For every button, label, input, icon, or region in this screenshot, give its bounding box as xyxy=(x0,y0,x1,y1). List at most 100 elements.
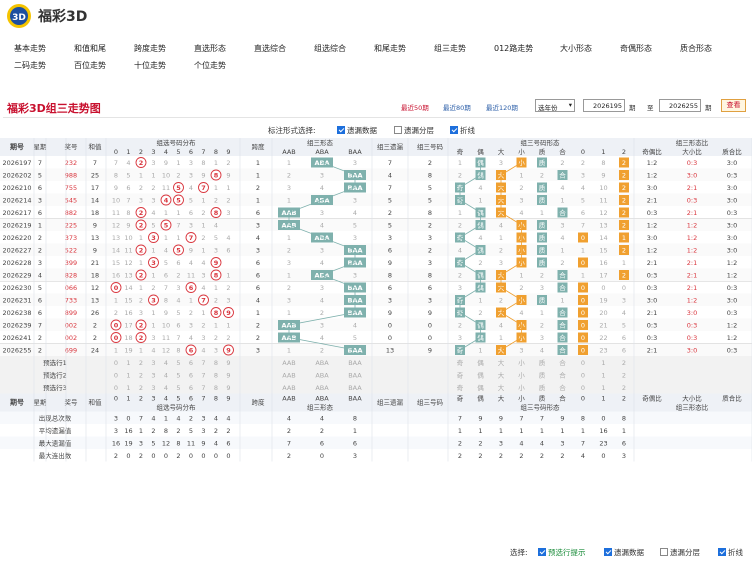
header-number: 奖号 xyxy=(65,142,79,151)
digit-miss: 16 xyxy=(124,309,132,317)
big-small-ratio: 2:1 xyxy=(687,184,697,192)
stats-shape-value: 2 xyxy=(287,452,291,460)
route-miss: 7 xyxy=(581,222,585,230)
option-missing-layer[interactable]: 遗漏分层 xyxy=(394,125,434,136)
period-cell: 2026210 xyxy=(3,184,32,192)
code-shape-miss: 3 xyxy=(560,222,564,230)
stats-shape-value: 3 xyxy=(353,452,357,460)
stats-shape-value: 0 xyxy=(320,452,324,460)
shape-miss: 4 xyxy=(353,322,357,330)
code-shape-miss: 3 xyxy=(519,197,523,205)
code-shape-miss: 1 xyxy=(458,159,462,167)
sum-cell: 18 xyxy=(91,272,99,280)
preselect-shape: ABA xyxy=(315,359,329,367)
header-code-shape-col: 0 xyxy=(581,148,585,156)
big-small-ratio: 2:1 xyxy=(687,209,697,217)
header-span: 跨度 xyxy=(252,142,266,151)
bottom-option-polyline-label: 折线 xyxy=(728,548,743,557)
nav-item[interactable]: 组三走势 xyxy=(434,43,466,54)
preselect-code-shape: 奇 xyxy=(457,358,464,367)
header-miss: 组三遗漏 xyxy=(377,142,404,151)
code-shape-miss: 1 xyxy=(560,197,564,205)
stats-digit-value: 5 xyxy=(189,427,193,435)
digit-miss: 12 xyxy=(112,222,120,230)
stats-digit-value: 9 xyxy=(201,440,205,448)
code-shape-miss: 4 xyxy=(540,347,544,355)
code-shape-miss: 4 xyxy=(560,234,564,242)
weekday-cell: 5 xyxy=(38,284,42,292)
to-issue-input[interactable]: 2026255 xyxy=(659,99,701,112)
nav-item[interactable]: 二码走势 xyxy=(14,60,46,71)
code-shape-miss: 1 xyxy=(499,334,503,342)
stats-digit-value: 3 xyxy=(114,427,118,435)
nav-item[interactable]: 和尾走势 xyxy=(374,43,406,54)
code-shape-hit-label: 合 xyxy=(559,208,566,217)
nav-item[interactable]: 直选形态 xyxy=(194,43,226,54)
preselect-shape: BAA xyxy=(348,384,362,392)
prime-ratio: 3:0 xyxy=(727,297,737,305)
code-shape-hit-label: 质 xyxy=(539,221,546,230)
bottom-option-polyline[interactable]: 折线 xyxy=(718,547,743,558)
preselect-label: 预选行2 xyxy=(43,371,67,380)
nav-item[interactable]: 012路走势 xyxy=(494,43,533,54)
odd-even-ratio: 3:0 xyxy=(647,297,657,305)
period-cell: 2026202 xyxy=(3,172,32,180)
option-polyline[interactable]: 折线 xyxy=(450,125,475,136)
digit-miss: 15 xyxy=(124,297,132,305)
stats-digit-value: 2 xyxy=(139,452,143,460)
code-shape-miss: 1 xyxy=(478,197,482,205)
weekday-cell: 7 xyxy=(38,159,42,167)
footer-distribution: 组选号码分布 xyxy=(157,403,197,412)
stats-code-value: 0 xyxy=(601,415,605,423)
recent-120-link[interactable]: 最近120期 xyxy=(486,102,518,112)
code-shape-miss: 3 xyxy=(540,334,544,342)
stats-digit-value: 8 xyxy=(164,427,168,435)
nav-item[interactable]: 和值和尾 xyxy=(74,43,106,54)
stats-digit-value: 12 xyxy=(162,440,170,448)
digit-miss: 2 xyxy=(201,322,205,330)
recent-50-link[interactable]: 最近50期 xyxy=(401,102,429,112)
digit-hit: 6 xyxy=(189,284,194,292)
code-shape-miss: 2 xyxy=(458,322,462,330)
digit-miss: 6 xyxy=(126,184,130,192)
stats-digit-value: 0 xyxy=(126,415,130,423)
preselect-digit: 6 xyxy=(189,372,193,380)
nav-item[interactable]: 百位走势 xyxy=(74,60,106,71)
nav-item[interactable]: 大小形态 xyxy=(560,43,592,54)
big-small-ratio: 0:3 xyxy=(687,197,697,205)
year-select[interactable]: 选年份 ▾ xyxy=(535,99,575,112)
nav-item[interactable]: 直选综合 xyxy=(254,43,286,54)
from-issue-input[interactable]: 2026195 xyxy=(583,99,625,112)
nav-item[interactable]: 基本走势 xyxy=(14,43,46,54)
nav-item[interactable]: 奇偶形态 xyxy=(620,43,652,54)
view-button[interactable]: 查看 xyxy=(721,99,746,112)
svg-text:3D: 3D xyxy=(12,13,26,23)
odd-even-ratio: 1:2 xyxy=(647,222,657,230)
preselect-shape: ABA xyxy=(315,384,329,392)
chart-title-bar: 福彩3D组三走势图 最近50期 最近80期 最近120期 选年份 ▾ 202619… xyxy=(3,96,750,118)
nav-item[interactable]: 跨度走势 xyxy=(134,43,166,54)
recent-80-link[interactable]: 最近80期 xyxy=(443,102,471,112)
draw-number-cell: 988 xyxy=(65,172,77,180)
header-digit: 1 xyxy=(126,148,130,156)
brand-title: 福彩3D xyxy=(38,9,88,25)
shape-miss: 4 xyxy=(320,334,324,342)
header-odd-even: 奇偶比 xyxy=(642,147,662,156)
option-missing-data[interactable]: 遗漏数据 xyxy=(337,125,377,136)
sum-cell: 2 xyxy=(93,322,97,330)
span-cell: 3 xyxy=(256,222,260,230)
nav-item[interactable]: 组选综合 xyxy=(314,43,346,54)
route-miss: 5 xyxy=(581,197,585,205)
stats-digit-value: 0 xyxy=(201,452,205,460)
span-cell: 2 xyxy=(256,184,260,192)
shape-miss: 1 xyxy=(287,197,291,205)
digit-miss: 18 xyxy=(124,334,132,342)
digit-miss: 17 xyxy=(124,322,132,330)
nav-item[interactable]: 质合形态 xyxy=(680,43,712,54)
bottom-option-layer[interactable]: 遗漏分层 xyxy=(660,547,700,558)
digit-miss: 3 xyxy=(151,197,155,205)
nav-item[interactable]: 十位走势 xyxy=(134,60,166,71)
bottom-option-preselect[interactable]: 预选行提示 xyxy=(538,547,586,558)
nav-item[interactable]: 个位走势 xyxy=(194,60,226,71)
bottom-option-missing[interactable]: 遗漏数据 xyxy=(604,547,644,558)
